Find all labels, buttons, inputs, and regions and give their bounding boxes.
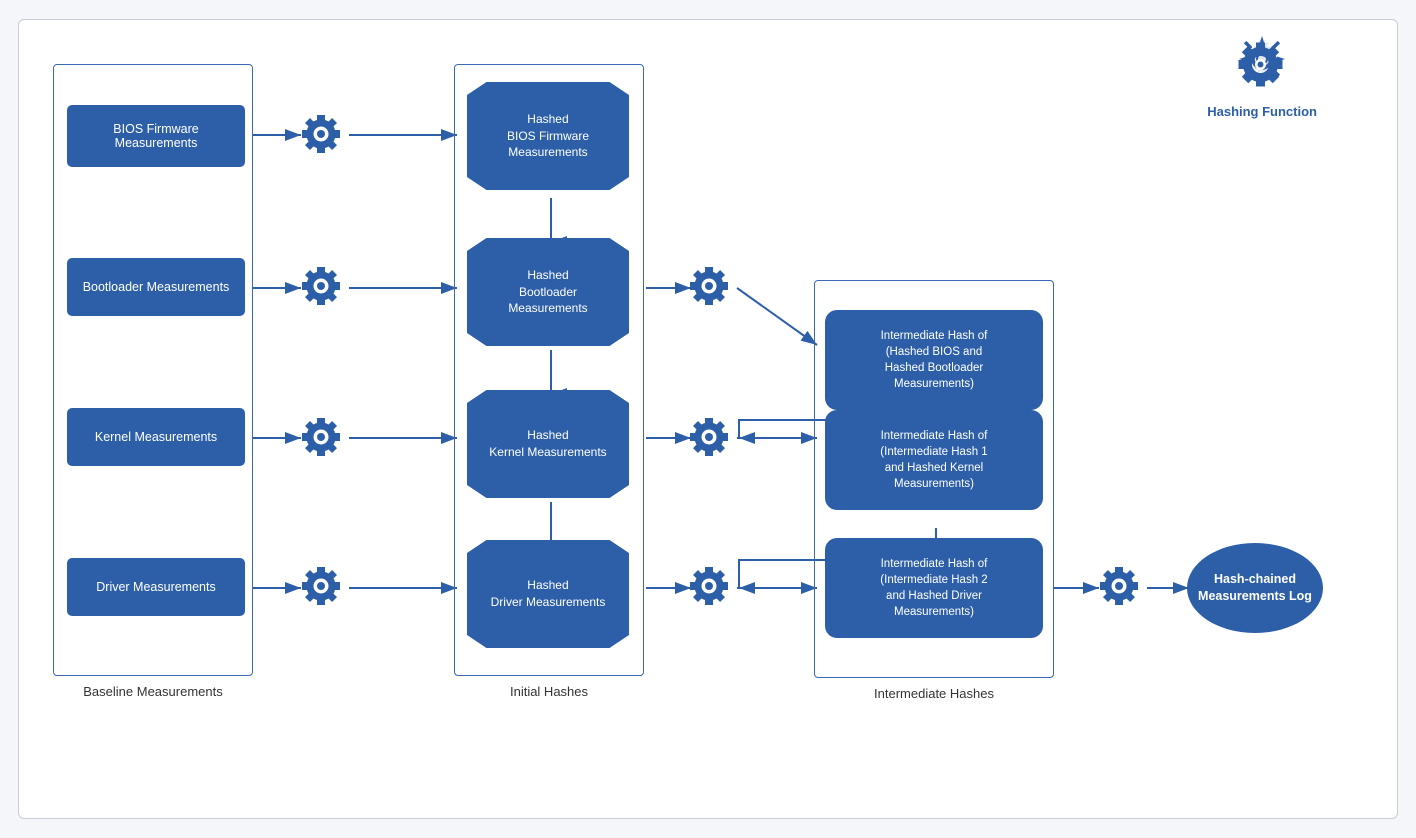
bootloader-rect: Bootloader Measurements — [67, 258, 245, 316]
hashed-driver-oct: Hashed Driver Measurements — [467, 540, 629, 648]
initial-group-label: Initial Hashes — [510, 684, 588, 699]
output-hash-gear — [1097, 564, 1143, 615]
hashed-bios-oct: Hashed BIOS Firmware Measurements — [467, 82, 629, 190]
hashed-bootloader-oct: Hashed Bootloader Measurements — [467, 238, 629, 346]
intermediate-group-label: Intermediate Hashes — [874, 686, 994, 701]
hashed-kernel-oct: Hashed Kernel Measurements — [467, 390, 629, 498]
bios-rect: BIOS Firmware Measurements — [67, 105, 245, 167]
int-hash-2: Intermediate Hash of (Intermediate Hash … — [825, 410, 1043, 510]
bios-hash-gear — [299, 112, 345, 163]
driver-combine-gear — [687, 564, 733, 615]
output-ellipse: Hash-chained Measurements Log — [1187, 543, 1323, 633]
int-hash-1: Intermediate Hash of (Hashed BIOS and Ha… — [825, 310, 1043, 410]
kernel-rect: Kernel Measurements — [67, 408, 245, 466]
baseline-group-label: Baseline Measurements — [83, 684, 222, 699]
int-hash-3: Intermediate Hash of (Intermediate Hash … — [825, 538, 1043, 638]
kernel-hash-gear — [299, 415, 345, 466]
driver-rect: Driver Measurements — [67, 558, 245, 616]
bootloader-hash-gear — [299, 264, 345, 315]
diagram-area: Baseline Measurements BIOS Firmware Meas… — [39, 50, 1339, 800]
diagram-container: Hashing Function — [18, 19, 1398, 819]
bootloader-combine-gear — [687, 264, 733, 315]
kernel-combine-gear — [687, 415, 733, 466]
driver-hash-gear — [299, 564, 345, 615]
